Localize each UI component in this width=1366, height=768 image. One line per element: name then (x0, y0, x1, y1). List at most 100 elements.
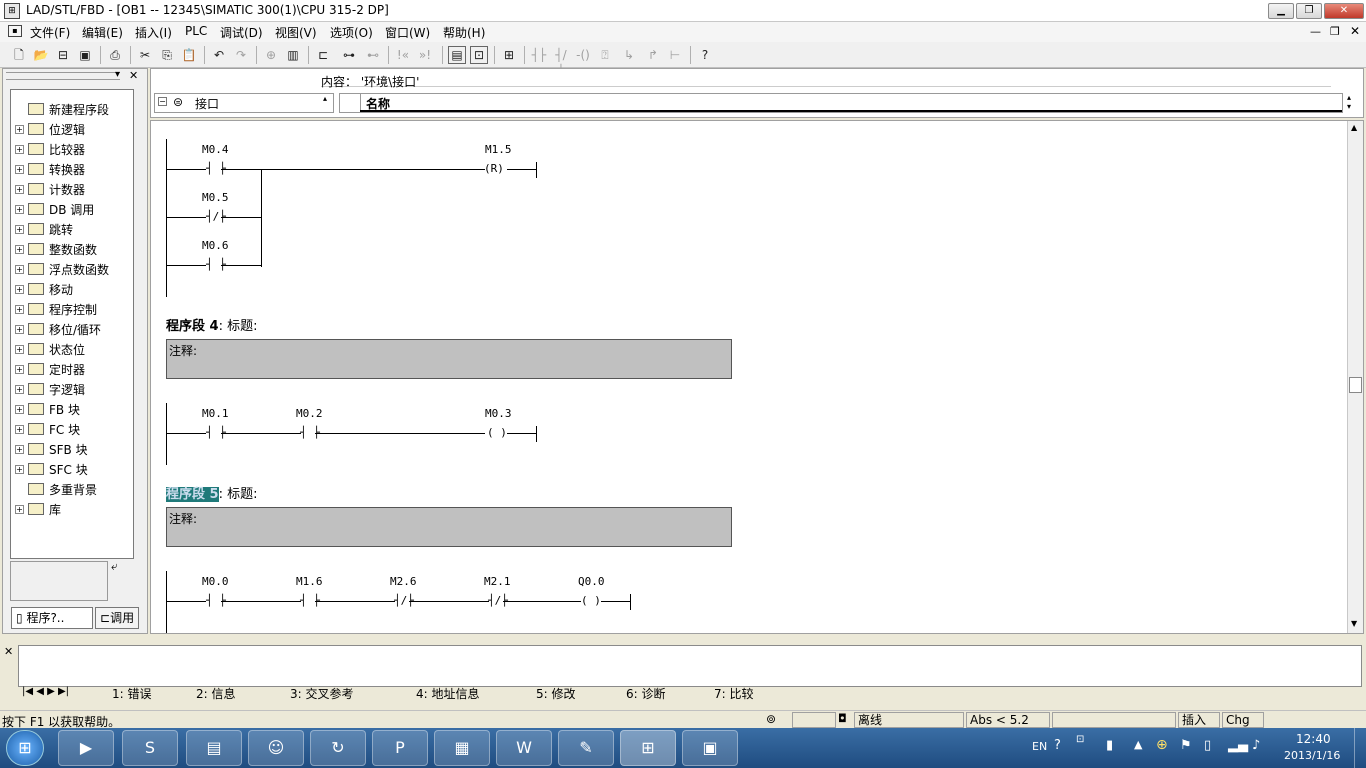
interface-scroll-icon[interactable]: ▴ (323, 94, 327, 103)
word-icon[interactable]: W (496, 730, 552, 766)
expand-icon[interactable]: + (15, 184, 24, 194)
tree-item[interactable]: + SFB 块 (15, 440, 88, 458)
tree-item[interactable]: + FC 块 (15, 420, 80, 438)
powerpoint-icon[interactable]: P (372, 730, 428, 766)
expand-icon[interactable]: + (15, 124, 24, 134)
show-hidden-icons[interactable]: ▲ (1134, 738, 1142, 751)
expand-icon[interactable]: + (15, 324, 24, 334)
start-button[interactable]: ⊞ (6, 730, 44, 766)
interface-node[interactable]: 接口 (195, 95, 219, 112)
expand-icon[interactable]: + (15, 164, 24, 174)
expand-icon[interactable]: + (15, 304, 24, 314)
tree-item[interactable]: 多重背景 (15, 480, 97, 498)
tree-item[interactable]: + 跳转 (15, 220, 73, 238)
qq-icon[interactable]: ☺ (248, 730, 304, 766)
contact-address[interactable]: M0.2 (296, 407, 323, 420)
tree-item[interactable]: + 比较器 (15, 140, 85, 158)
tree-item[interactable]: + 定时器 (15, 360, 85, 378)
menu-plc[interactable]: PLC (185, 24, 207, 38)
tab-scroll-icons[interactable]: |◀ ◀ ▶ ▶| (22, 686, 69, 697)
ime-icon[interactable]: ⊡ (1076, 734, 1084, 745)
connection-icon[interactable]: ⊢ (666, 46, 684, 64)
expand-icon[interactable]: + (15, 444, 24, 454)
editor-scrollbar[interactable]: ▲ ▼ (1347, 121, 1363, 633)
expand-icon[interactable]: + (15, 424, 24, 434)
lad-editor-task-icon[interactable]: ⊞ (620, 730, 676, 766)
contact-address[interactable]: M0.4 (202, 143, 229, 156)
child-close-button[interactable]: ✕ (1350, 24, 1360, 38)
clock-time[interactable]: 12:40 (1296, 732, 1331, 746)
network-4-comment[interactable]: 注释: (166, 339, 732, 379)
details-close-icon[interactable]: ✕ (4, 645, 13, 658)
simulator-icon[interactable]: ▣ (682, 730, 738, 766)
close-button[interactable]: ✕ (1324, 3, 1364, 19)
tab-cross-reference[interactable]: 3: 交叉参考 (290, 685, 354, 701)
action-center-icon[interactable]: ⚑ (1180, 738, 1192, 753)
explorer-folder-icon[interactable]: ▤ (186, 730, 242, 766)
simatic-manager-icon[interactable]: ▦ (434, 730, 490, 766)
volume-icon[interactable]: ♪ (1252, 738, 1260, 753)
tree-item[interactable]: + 计数器 (15, 180, 85, 198)
tree-item[interactable]: + 字逻辑 (15, 380, 85, 398)
menu-help[interactable]: 帮助(H) (443, 24, 485, 41)
menu-options[interactable]: 选项(O) (330, 24, 373, 41)
details-icon[interactable]: ⊡ (470, 46, 488, 64)
tab-info[interactable]: 2: 信息 (196, 685, 236, 701)
tree-item[interactable]: + 浮点数函数 (15, 260, 109, 278)
expand-icon[interactable]: + (15, 204, 24, 214)
coil-icon[interactable]: -() (574, 46, 592, 64)
tree-item[interactable]: + 库 (15, 500, 61, 518)
network-4-title[interactable]: 程序段 4: 标题: (166, 315, 257, 334)
contact-address[interactable]: M1.6 (296, 575, 323, 588)
new-file-icon[interactable]: 🗋 (10, 46, 28, 64)
interface-table-scroll-icon[interactable]: ▴ ▾ (1347, 93, 1351, 111)
child-minimize-button[interactable]: — (1310, 25, 1321, 38)
insert-network-icon[interactable]: ⊞ (500, 46, 518, 64)
tree-item[interactable]: + 移位/循环 (15, 320, 101, 338)
next-error-icon[interactable]: »! (416, 46, 434, 64)
close-branch-icon[interactable]: ↱ (644, 46, 662, 64)
expand-icon[interactable]: + (15, 224, 24, 234)
tree-item[interactable]: + 程序控制 (15, 300, 97, 318)
expand-icon[interactable]: + (15, 244, 24, 254)
show-desktop-button[interactable] (1354, 728, 1366, 768)
menu-view[interactable]: 视图(V) (275, 24, 317, 41)
expand-icon[interactable]: + (15, 504, 24, 514)
context-help-icon[interactable]: ? (696, 46, 714, 64)
contact-address[interactable]: M0.1 (202, 407, 229, 420)
update-icon[interactable]: ↻ (310, 730, 366, 766)
expand-icon[interactable]: + (15, 144, 24, 154)
panel-dropdown-icon[interactable]: ▾ (115, 69, 120, 80)
device-icon[interactable]: ▯ (1204, 738, 1211, 753)
tree-item[interactable]: + DB 调用 (15, 200, 94, 218)
tab-call-structure[interactable]: ⊏调用 (95, 607, 139, 629)
expand-icon[interactable]: + (15, 364, 24, 374)
tree-item[interactable]: + 位逻辑 (15, 120, 85, 138)
contact-address[interactable]: M0.6 (202, 239, 229, 252)
add-icon[interactable]: ⊕ (1156, 737, 1168, 753)
media-player-icon[interactable]: ▶ (58, 730, 114, 766)
contact-address[interactable]: M2.1 (484, 575, 511, 588)
restore-button[interactable]: ❐ (1296, 3, 1322, 19)
menu-window[interactable]: 窗口(W) (385, 24, 430, 41)
menu-debug[interactable]: 调试(D) (220, 24, 263, 41)
contact-address[interactable]: M0.5 (202, 191, 229, 204)
redo-icon[interactable]: ↷ (232, 46, 250, 64)
expand-icon[interactable]: + (15, 404, 24, 414)
language-indicator[interactable]: EN (1032, 740, 1047, 753)
tab-modify[interactable]: 5: 修改 (536, 685, 576, 701)
tree-item[interactable]: + 转换器 (15, 160, 85, 178)
coil-address[interactable]: M1.5 (485, 143, 512, 156)
output-coil[interactable]: ( ) (487, 426, 507, 439)
expand-icon[interactable]: + (15, 464, 24, 474)
network-5-comment[interactable]: 注释: (166, 507, 732, 547)
panel-close-icon[interactable]: ✕ (129, 69, 138, 82)
reset-coil[interactable]: (R) (484, 162, 504, 175)
step7-icon[interactable]: ✎ (558, 730, 614, 766)
open-folder-icon[interactable]: 📂 (32, 46, 50, 64)
child-restore-button[interactable]: ❐ (1330, 25, 1340, 38)
plc-online-icon[interactable]: ⊕ (262, 46, 280, 64)
glasses-icon[interactable]: ⊶ (340, 46, 358, 64)
tree-item[interactable]: + FB 块 (15, 400, 80, 418)
clock-date[interactable]: 2013/1/16 (1284, 749, 1340, 762)
